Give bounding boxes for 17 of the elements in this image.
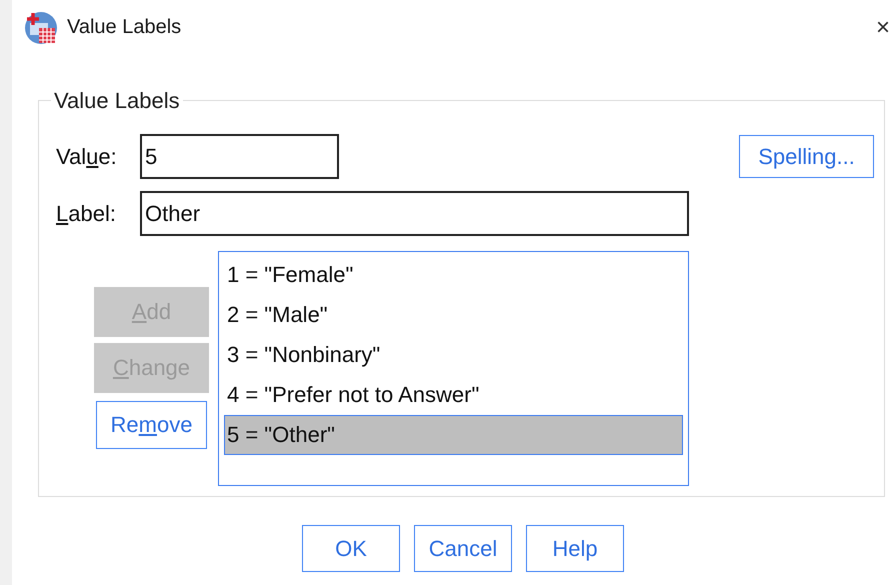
dialog-button[interactable]: Help (526, 525, 624, 572)
action-button[interactable]: Remove (96, 401, 207, 449)
list-item[interactable]: 3 = "Nonbinary" (224, 335, 683, 375)
window-title: Value Labels (67, 16, 182, 39)
field-label: Label: (56, 200, 117, 226)
spelling-button[interactable]: Spelling... (739, 135, 874, 178)
dialog-button[interactable]: Cancel (414, 525, 512, 572)
list-item[interactable]: 2 = "Male" (224, 295, 683, 335)
list-item[interactable]: 5 = "Other" (224, 415, 683, 455)
value-field[interactable]: 5 (140, 134, 339, 179)
label-field[interactable]: Other (140, 191, 689, 236)
list-item[interactable]: 4 = "Prefer not to Answer" (224, 375, 683, 415)
field-label: Value: (56, 144, 118, 170)
list-item[interactable]: 1 = "Female" (224, 255, 683, 295)
close-button[interactable]: × (876, 14, 890, 42)
table-icon (24, 10, 58, 44)
dialog-button[interactable]: OK (302, 525, 400, 572)
